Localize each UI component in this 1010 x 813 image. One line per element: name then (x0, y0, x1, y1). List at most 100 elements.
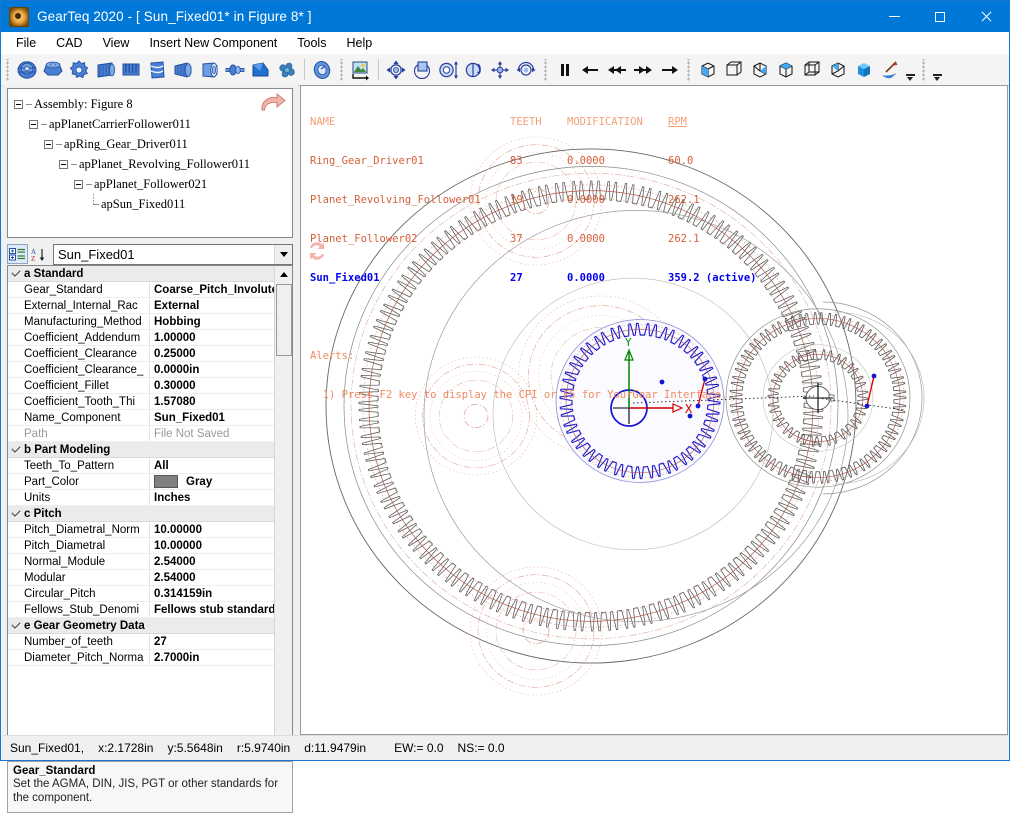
property-row[interactable]: Coefficient_Clearance_ 0.0000in (8, 362, 277, 378)
property-value[interactable]: Inches (150, 490, 277, 505)
property-group-header[interactable]: b Part Modeling (8, 442, 277, 458)
ring-gear-icon[interactable] (196, 57, 222, 83)
property-value[interactable]: Coarse_Pitch_Involute_ (150, 282, 277, 297)
property-value[interactable]: Hobbing (150, 314, 277, 329)
property-value[interactable]: 2.54000 (150, 570, 277, 585)
rack-icon[interactable] (118, 57, 144, 83)
spin-icon[interactable] (513, 57, 539, 83)
property-value[interactable]: 0.0000in (150, 362, 277, 377)
property-group-header[interactable]: c Pitch (8, 506, 277, 522)
helical-gear-icon[interactable] (92, 57, 118, 83)
shaft-icon[interactable] (222, 57, 248, 83)
toolbar-overflow-icon[interactable] (903, 57, 917, 83)
toolbar-grip-5[interactable] (920, 58, 927, 81)
property-value[interactable]: 0.30000 (150, 378, 277, 393)
bevel-gear-icon[interactable] (40, 57, 66, 83)
property-value[interactable]: 27 (150, 634, 277, 649)
rewind-icon[interactable] (604, 57, 630, 83)
property-row[interactable]: Modular 2.54000 (8, 570, 277, 586)
toolbar-grip-4[interactable] (685, 58, 692, 81)
fit-to-window-icon[interactable] (383, 57, 409, 83)
property-value[interactable]: 10.00000 (150, 538, 277, 553)
scroll-up-button[interactable] (275, 266, 292, 283)
component-selector[interactable] (53, 243, 293, 265)
property-value[interactable]: Fellows stub standard i (150, 602, 277, 617)
chevron-down-icon[interactable] (8, 507, 24, 517)
tree-collapse-icon[interactable] (14, 99, 23, 109)
tree-collapse-icon[interactable] (74, 179, 83, 189)
render-image-icon[interactable] (348, 57, 374, 83)
back-view-icon[interactable] (799, 57, 825, 83)
pan-icon[interactable] (487, 57, 513, 83)
property-value[interactable]: 0.25000 (150, 346, 277, 361)
property-row[interactable]: Pitch_Diametral 10.00000 (8, 538, 277, 554)
property-value[interactable]: 1.57080 (150, 394, 277, 409)
tree-node[interactable]: apPlanet_Follower021 (14, 174, 292, 194)
property-row[interactable]: Coefficient_Fillet 0.30000 (8, 378, 277, 394)
toolbar-grip-3[interactable] (542, 58, 549, 81)
toolbar-overflow-icon-2[interactable] (930, 57, 944, 83)
gear-viewport[interactable]: XY NAME TEETH MODIFICATION RPM Ring_Gear_Dr… (300, 85, 1008, 735)
spur-gear-icon[interactable] (14, 57, 40, 83)
property-row[interactable]: Circular_Pitch 0.314159in (8, 586, 277, 602)
face-gear-icon[interactable] (309, 57, 335, 83)
right-view-icon[interactable] (747, 57, 773, 83)
chevron-down-icon[interactable] (8, 267, 24, 277)
close-button[interactable] (963, 1, 1009, 32)
table-row[interactable]: Planet_Revolving_Follower01 19 0.0000 262.1 (310, 194, 757, 207)
property-value[interactable]: External (150, 298, 277, 313)
table-row[interactable]: Ring_Gear_Driver01 83 0.0000 60.0 (310, 155, 757, 168)
pause-icon[interactable] (552, 57, 578, 83)
menu-file[interactable]: File (7, 34, 45, 52)
rotate-view-icon[interactable] (461, 57, 487, 83)
property-row[interactable]: Manufacturing_Method Hobbing (8, 314, 277, 330)
property-row[interactable]: Part_Color Gray (8, 474, 277, 490)
property-group-header[interactable]: a Standard (8, 266, 277, 282)
property-grid[interactable]: a Standard Gear_Standard Coarse_Pitch_Invo… (7, 265, 293, 759)
toolbar-grip[interactable] (4, 58, 11, 81)
step-back-icon[interactable] (578, 57, 604, 83)
property-group-header[interactable]: e Gear Geometry Data (8, 618, 277, 634)
table-row[interactable]: Planet_Follower02 37 0.0000 262.1 (310, 233, 757, 246)
play-forward-icon[interactable] (656, 57, 682, 83)
property-row[interactable]: Number_of_teeth 27 (8, 634, 277, 650)
tree-node[interactable]: apPlanet_Revolving_Follower011 (14, 154, 292, 174)
property-grid-scrollbar[interactable] (274, 266, 292, 758)
property-row[interactable]: Diameter_Pitch_Norma 2.7000in (8, 650, 277, 666)
property-row[interactable]: External_Internal_Rac External (8, 298, 277, 314)
menu-tools[interactable]: Tools (288, 34, 335, 52)
tree-node[interactable]: Assembly: Figure 8 (14, 94, 292, 114)
worm-icon[interactable] (144, 57, 170, 83)
front-view-icon[interactable] (721, 57, 747, 83)
property-row[interactable]: Path File Not Saved (8, 426, 277, 442)
tree-node[interactable]: apRing_Gear_Driver011 (14, 134, 292, 154)
tree-collapse-icon[interactable] (44, 139, 53, 149)
tree-node[interactable]: apSun_Fixed011 (14, 193, 292, 214)
property-row[interactable]: Teeth_To_Pattern All (8, 458, 277, 474)
iso-view-icon[interactable] (695, 57, 721, 83)
solid-view-icon[interactable] (851, 57, 877, 83)
redo-arrow-icon[interactable] (255, 91, 289, 117)
gear-pump-icon[interactable] (66, 57, 92, 83)
menu-insert-new-component[interactable]: Insert New Component (140, 34, 286, 52)
chevron-down-icon[interactable] (8, 619, 24, 629)
cylindrical-gear-icon[interactable] (170, 57, 196, 83)
property-value[interactable]: Sun_Fixed01 (150, 410, 277, 425)
property-value[interactable]: 10.00000 (150, 522, 277, 537)
minimize-button[interactable] (871, 1, 917, 32)
property-row[interactable]: Gear_Standard Coarse_Pitch_Involute_ (8, 282, 277, 298)
table-row-active[interactable]: Sun_Fixed01 27 0.0000 359.2 (active) (310, 272, 757, 285)
section-view-icon[interactable] (877, 57, 903, 83)
tree-collapse-icon[interactable] (59, 159, 68, 169)
tree-collapse-icon[interactable] (29, 119, 38, 129)
property-row[interactable]: Coefficient_Clearance 0.25000 (8, 346, 277, 362)
chevron-down-icon[interactable] (274, 244, 292, 264)
top-view-icon[interactable] (773, 57, 799, 83)
property-value[interactable]: 1.00000 (150, 330, 277, 345)
property-row[interactable]: Name_Component Sun_Fixed01 (8, 410, 277, 426)
property-value[interactable]: Gray (150, 474, 277, 489)
property-row[interactable]: Pitch_Diametral_Norm 10.00000 (8, 522, 277, 538)
menu-help[interactable]: Help (337, 34, 381, 52)
chevron-down-icon[interactable] (8, 443, 24, 453)
zoom-region-icon[interactable] (409, 57, 435, 83)
